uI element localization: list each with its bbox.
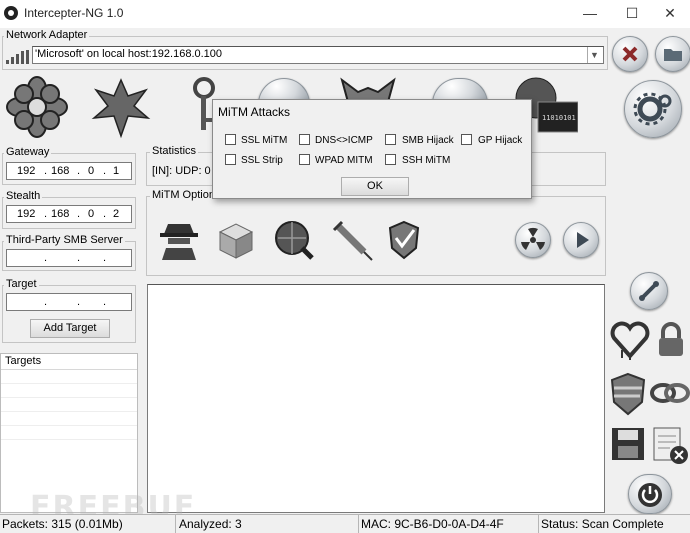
ssl-mitm-label: SSL MiTM bbox=[241, 135, 288, 146]
maximize-button[interactable]: ☐ bbox=[612, 2, 652, 24]
targets-list-header: Targets bbox=[1, 354, 137, 370]
heartbleed-icon[interactable] bbox=[610, 320, 650, 360]
gear-icon bbox=[633, 92, 672, 126]
signal-strength-icon bbox=[6, 50, 29, 64]
ip-octet: 1 bbox=[113, 165, 120, 177]
gateway-ip-input[interactable]: 192 . 168 . 0 . 1 bbox=[6, 162, 132, 180]
target-ip-input[interactable]: ... bbox=[6, 293, 132, 311]
statistics-text: [IN]: UDP: 0 T bbox=[152, 165, 221, 177]
target-label: Target bbox=[4, 278, 39, 290]
ip-octet: 168 bbox=[51, 165, 70, 177]
ssl-strip-checkbox[interactable] bbox=[225, 154, 236, 165]
save-icon[interactable] bbox=[610, 426, 646, 462]
gp-hijack-label: GP Hijack bbox=[478, 135, 523, 146]
dialog-title: MiTM Attacks bbox=[218, 105, 291, 119]
play-icon bbox=[577, 232, 589, 248]
app-logo-icon bbox=[4, 6, 18, 20]
ssl-mitm-checkbox[interactable] bbox=[225, 134, 236, 145]
radiation-icon bbox=[521, 227, 545, 250]
ok-button[interactable]: OK bbox=[341, 177, 409, 196]
power-button[interactable] bbox=[628, 474, 672, 514]
stealth-ip-input[interactable]: 192 . 168 . 0 . 2 bbox=[6, 205, 132, 223]
open-folder-button[interactable] bbox=[655, 36, 690, 72]
flower-icon[interactable] bbox=[6, 76, 68, 138]
ssh-mitm-label: SSH MiTM bbox=[402, 155, 451, 166]
power-icon bbox=[638, 483, 662, 507]
close-icon bbox=[622, 46, 638, 62]
close-button[interactable]: ✕ bbox=[650, 2, 690, 24]
ip-octet: 0 bbox=[88, 208, 95, 220]
mac-status: MAC: 9C-B6-D0-0A-D4-4F bbox=[359, 515, 539, 533]
bone-icon bbox=[639, 281, 659, 301]
targets-list[interactable]: Targets bbox=[0, 353, 138, 513]
window-title: Intercepter-NG 1.0 bbox=[24, 6, 124, 20]
shield-icon[interactable] bbox=[608, 372, 648, 416]
adapter-value: 'Microsoft' on local host:192.168.0.100 bbox=[35, 48, 223, 60]
ip-octet: 0 bbox=[88, 165, 95, 177]
ssh-mitm-checkbox[interactable] bbox=[385, 154, 396, 165]
shield-check-icon[interactable] bbox=[384, 218, 424, 262]
wpad-mitm-checkbox[interactable] bbox=[299, 154, 310, 165]
analyzed-status: Analyzed: 3 bbox=[177, 515, 359, 533]
gateway-label: Gateway bbox=[4, 146, 52, 158]
network-adapter-label: Network Adapter bbox=[4, 29, 90, 41]
ip-octet: 168 bbox=[51, 208, 70, 220]
globe-search-icon[interactable] bbox=[272, 218, 316, 262]
add-target-button[interactable]: Add Target bbox=[30, 319, 110, 338]
smb-server-ip-input[interactable]: ... bbox=[6, 249, 132, 267]
smb-hijack-label: SMB Hijack bbox=[402, 135, 454, 146]
ssl-strip-label: SSL Strip bbox=[241, 155, 283, 166]
packets-status: Packets: 315 (0.01Mb) bbox=[0, 515, 176, 533]
ip-octet: 2 bbox=[113, 208, 120, 220]
folder-icon bbox=[664, 49, 682, 61]
spy-icon[interactable] bbox=[158, 218, 200, 262]
title-bar: Intercepter-NG 1.0 — ☐ ✕ bbox=[0, 0, 690, 28]
smb-server-label: Third-Party SMB Server bbox=[4, 234, 125, 246]
network-adapter-select[interactable]: 'Microsoft' on local host:192.168.0.100 … bbox=[32, 46, 604, 64]
svg-text:11010101: 11010101 bbox=[542, 114, 576, 122]
bone-button[interactable] bbox=[630, 272, 668, 310]
dns-icmp-label: DNS<>ICMP bbox=[315, 135, 373, 146]
radiation-button[interactable] bbox=[515, 222, 551, 258]
clear-log-icon[interactable] bbox=[650, 426, 690, 466]
stop-button[interactable] bbox=[612, 36, 648, 72]
scan-status: Status: Scan Complete bbox=[541, 517, 664, 531]
syringe-icon[interactable] bbox=[330, 218, 374, 262]
stealth-label: Stealth bbox=[4, 190, 43, 202]
chevron-down-icon[interactable]: ▼ bbox=[587, 47, 601, 63]
play-button[interactable] bbox=[563, 222, 599, 258]
gp-hijack-checkbox[interactable] bbox=[461, 134, 472, 145]
wpad-mitm-label: WPAD MITM bbox=[315, 155, 373, 166]
ip-octet: 192 bbox=[17, 208, 36, 220]
log-output-area[interactable] bbox=[147, 284, 605, 513]
cubes-icon[interactable] bbox=[216, 218, 260, 262]
statistics-label: Statistics bbox=[150, 145, 199, 157]
settings-button[interactable] bbox=[624, 80, 682, 138]
ip-octet: 192 bbox=[17, 165, 36, 177]
padlock-icon[interactable] bbox=[654, 320, 688, 360]
phoenix-icon[interactable] bbox=[90, 74, 152, 140]
minimize-button[interactable]: — bbox=[570, 2, 610, 24]
chain-link-icon[interactable] bbox=[650, 376, 690, 410]
smb-hijack-checkbox[interactable] bbox=[385, 134, 396, 145]
dns-icmp-checkbox[interactable] bbox=[299, 134, 310, 145]
mitm-attacks-dialog: MiTM Attacks SSL MiTM DNS<>ICMP SMB Hija… bbox=[212, 99, 532, 199]
